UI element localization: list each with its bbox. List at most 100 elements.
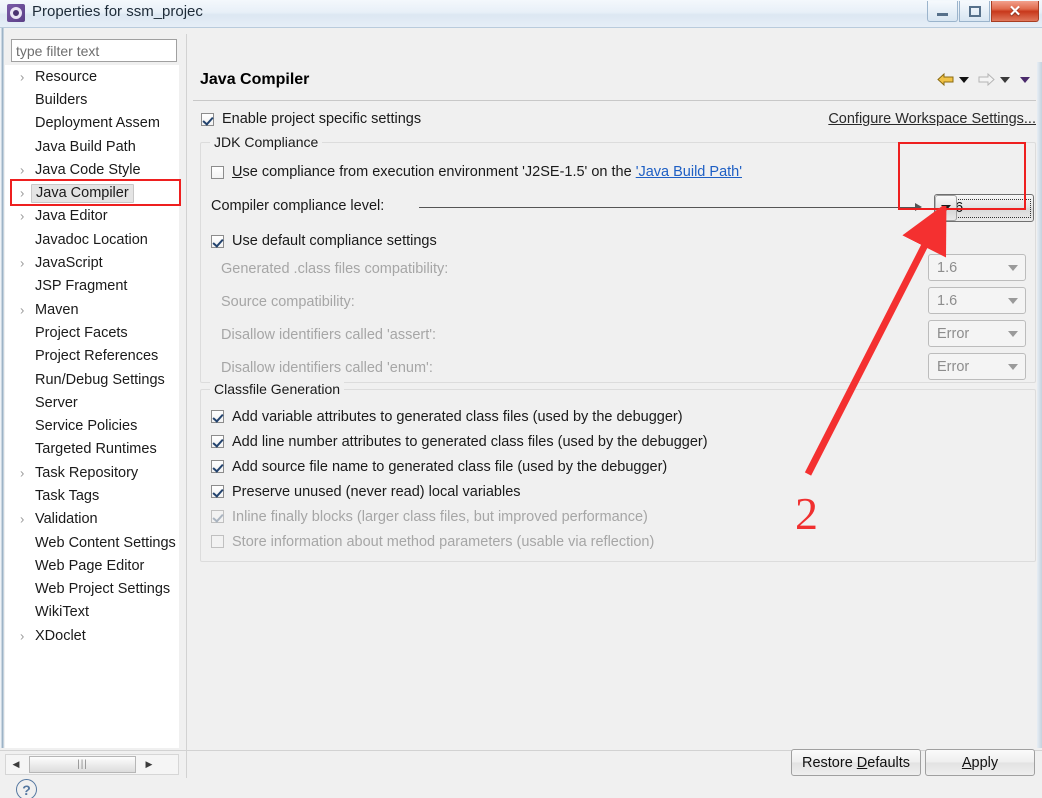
dialog-body: type filter text › Resource Builders Deploy… xyxy=(0,28,1042,798)
sidebar-item-task-tags[interactable]: Task Tags xyxy=(5,484,179,507)
jdk-row-combo-1[interactable]: 1.6 xyxy=(928,287,1026,314)
caret-down-icon[interactable] xyxy=(1008,330,1018,337)
sidebar-item-label: Javadoc Location xyxy=(35,231,148,248)
chevron-right-icon[interactable]: › xyxy=(20,257,29,270)
jdk-row-combo-value-1: 1.6 xyxy=(937,292,958,309)
java-build-path-link[interactable]: 'Java Build Path' xyxy=(636,164,742,180)
window-controls: ✕ xyxy=(927,1,1039,23)
chevron-right-icon[interactable]: › xyxy=(20,466,29,479)
sidebar-item-label: JSP Fragment xyxy=(35,278,128,295)
sidebar-item-project-facets[interactable]: Project Facets xyxy=(5,321,179,344)
scroll-right-arrow-icon[interactable]: ▶ xyxy=(139,755,159,774)
compiler-compliance-level-combo[interactable]: 1.6 xyxy=(934,194,1034,222)
sidebar-item-javascript[interactable]: › JavaScript xyxy=(5,251,179,274)
view-menu-caret-down-icon[interactable] xyxy=(1020,76,1030,83)
sidebar-item-label: Task Tags xyxy=(35,487,100,504)
jdk-compliance-legend: JDK Compliance xyxy=(210,134,323,150)
help-icon[interactable]: ? xyxy=(16,779,37,798)
sidebar-item-web-project-settings[interactable]: Web Project Settings xyxy=(5,578,179,601)
sidebar-item-task-repository[interactable]: › Task Repository xyxy=(5,461,179,484)
classfile-option-checkbox-5[interactable] xyxy=(211,535,224,548)
classfile-option-checkbox-1[interactable] xyxy=(211,435,224,448)
settings-tree[interactable]: › Resource Builders Deployment Assem Java Bu… xyxy=(5,65,179,748)
maximize-button[interactable] xyxy=(959,1,990,22)
chevron-right-icon[interactable]: › xyxy=(20,513,29,526)
sidebar-item-builders[interactable]: Builders xyxy=(5,88,179,111)
enable-project-specific-settings-label: Enable project specific settings xyxy=(222,111,422,127)
sidebar-item-service-policies[interactable]: Service Policies xyxy=(5,414,179,437)
sidebar-item-web-page-editor[interactable]: Web Page Editor xyxy=(5,554,179,577)
configure-workspace-settings-link[interactable]: Configure Workspace Settings... xyxy=(828,111,1036,127)
classfile-option-checkbox-0[interactable] xyxy=(211,410,224,423)
enable-project-specific-settings-checkbox[interactable] xyxy=(201,112,214,126)
enable-project-specific-settings-row: Enable project specific settings Configu… xyxy=(201,109,1036,129)
tree-horizontal-scrollbar[interactable]: ◀ ||| ▶ xyxy=(5,754,179,775)
sidebar-item-java-build-path[interactable]: Java Build Path xyxy=(5,135,179,158)
sidebar-item-wikitext[interactable]: WikiText xyxy=(5,601,179,624)
filter-input-wrapper[interactable]: type filter text xyxy=(11,39,177,62)
classfile-option-label-4: Inline finally blocks (larger class file… xyxy=(232,508,648,525)
jdk-row-combo-3[interactable]: Error xyxy=(928,353,1026,380)
caret-down-icon[interactable] xyxy=(1008,297,1018,304)
apply-button[interactable]: Apply xyxy=(925,749,1035,776)
sidebar-item-web-content-settings[interactable]: Web Content Settings xyxy=(5,531,179,554)
restore-defaults-button[interactable]: Restore Defaults xyxy=(791,749,921,776)
sidebar-item-java-code-style[interactable]: › Java Code Style xyxy=(5,158,179,181)
sidebar-item-java-compiler[interactable]: › Java Compiler xyxy=(5,181,179,204)
page-title: Java Compiler xyxy=(200,71,310,88)
back-history-caret-down-icon[interactable] xyxy=(959,76,969,83)
use-execution-environment-checkbox[interactable] xyxy=(211,165,224,179)
sidebar-item-deployment-assem[interactable]: Deployment Assem xyxy=(5,112,179,135)
chevron-right-icon[interactable]: › xyxy=(20,187,29,200)
jdk-compliance-group: JDK Compliance Use compliance from execu… xyxy=(200,134,1036,383)
forward-history-caret-down-icon[interactable] xyxy=(1000,76,1010,83)
use-default-compliance-settings-row: Use default compliance settings xyxy=(211,233,437,249)
sidebar-item-label: Java Build Path xyxy=(35,138,136,155)
chevron-right-icon[interactable]: › xyxy=(20,163,29,176)
sidebar-item-label: XDoclet xyxy=(35,627,86,644)
minimize-button[interactable] xyxy=(927,1,958,22)
sidebar-item-run-debug-settings[interactable]: Run/Debug Settings xyxy=(5,368,179,391)
classfile-generation-legend: Classfile Generation xyxy=(210,381,345,397)
chevron-right-icon[interactable]: › xyxy=(20,70,29,83)
jdk-row-combo-0[interactable]: 1.6 xyxy=(928,254,1026,281)
sidebar-item-server[interactable]: Server xyxy=(5,391,179,414)
caret-down-icon[interactable] xyxy=(1008,363,1018,370)
classfile-option-row-1: Add line number attributes to generated … xyxy=(211,429,708,454)
scroll-thumb[interactable]: ||| xyxy=(29,756,136,773)
sidebar-item-maven[interactable]: › Maven xyxy=(5,298,179,321)
sidebar-item-label: JavaScript xyxy=(35,255,103,272)
panel-divider xyxy=(186,34,187,778)
back-arrow-icon[interactable] xyxy=(937,72,954,87)
sidebar-item-label: Web Project Settings xyxy=(35,581,171,598)
use-default-compliance-settings-checkbox[interactable] xyxy=(211,234,224,248)
chevron-right-icon[interactable]: › xyxy=(20,303,29,316)
jdk-row-combo-value-0: 1.6 xyxy=(937,259,958,276)
filter-placeholder: type filter text xyxy=(16,43,100,59)
title-separator xyxy=(193,100,1036,101)
classfile-option-label-5: Store information about method parameter… xyxy=(232,533,655,550)
classfile-option-checkbox-4[interactable] xyxy=(211,510,224,523)
sidebar-item-label: Resource xyxy=(35,68,98,85)
sidebar-item-project-references[interactable]: Project References xyxy=(5,345,179,368)
chevron-right-icon[interactable]: › xyxy=(20,629,29,642)
title-bar[interactable]: Properties for ssm_projec ✕ xyxy=(0,0,1042,28)
sidebar-item-validation[interactable]: › Validation xyxy=(5,508,179,531)
sidebar-item-javadoc-location[interactable]: Javadoc Location xyxy=(5,228,179,251)
compliance-level-dropdown-button[interactable] xyxy=(935,195,957,221)
close-button[interactable]: ✕ xyxy=(991,1,1039,22)
classfile-option-checkbox-2[interactable] xyxy=(211,460,224,473)
caret-down-icon[interactable] xyxy=(1008,264,1018,271)
sidebar-item-label: Java Code Style xyxy=(35,161,141,178)
chevron-right-icon[interactable]: › xyxy=(20,210,29,223)
classfile-option-label-3: Preserve unused (never read) local varia… xyxy=(232,483,521,500)
scroll-left-arrow-icon[interactable]: ◀ xyxy=(6,755,26,774)
classfile-option-checkbox-3[interactable] xyxy=(211,485,224,498)
sidebar-item-jsp-fragment[interactable]: JSP Fragment xyxy=(5,275,179,298)
classfile-options-list: Add variable attributes to generated cla… xyxy=(211,404,708,554)
jdk-row-combo-2[interactable]: Error xyxy=(928,320,1026,347)
sidebar-item-targeted-runtimes[interactable]: Targeted Runtimes xyxy=(5,438,179,461)
sidebar-item-java-editor[interactable]: › Java Editor xyxy=(5,205,179,228)
sidebar-item-xdoclet[interactable]: › XDoclet xyxy=(5,624,179,647)
sidebar-item-resource[interactable]: › Resource xyxy=(5,65,179,88)
